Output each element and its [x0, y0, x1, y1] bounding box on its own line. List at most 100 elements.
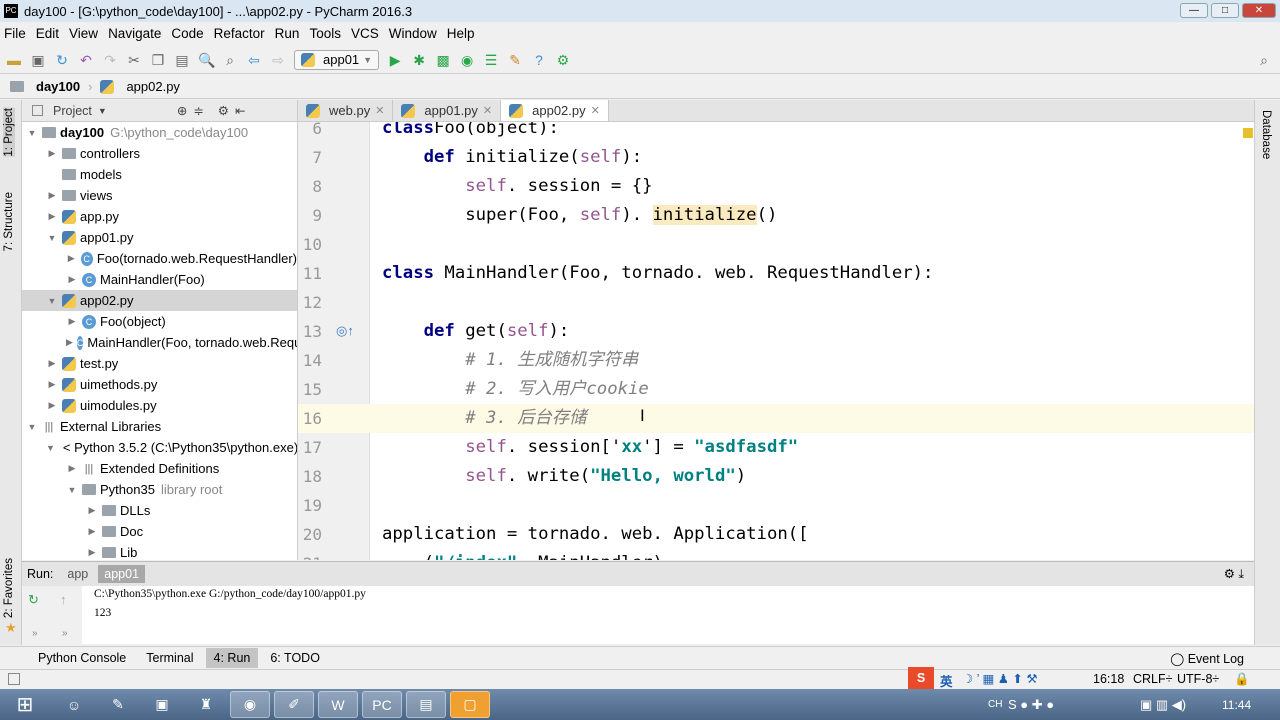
run-config-select[interactable]: app01 ▼ [294, 49, 380, 70]
tree-item[interactable]: ▶ uimodules.py [22, 395, 297, 416]
maximize-button[interactable]: □ [1211, 3, 1239, 18]
tree-item[interactable]: ▶ views [22, 185, 297, 206]
taskbar-pycharm-icon[interactable]: PC [362, 691, 402, 718]
clock[interactable]: 11:44 [1222, 698, 1251, 712]
tree-item[interactable]: ▶ C Foo(tornado.web.RequestHandler) [22, 248, 297, 269]
expand-icon[interactable]: » [32, 628, 38, 639]
taskbar-app-icon[interactable]: ✎ [98, 691, 138, 718]
taskbar-app-icon[interactable]: ☺ [54, 691, 94, 718]
search-everywhere-icon[interactable]: ⌕ [1256, 52, 1272, 68]
tool-tab-structure[interactable]: 7: Structure [3, 192, 15, 251]
lock-icon[interactable]: 🔒 [1234, 672, 1250, 687]
expanded-arrow-icon[interactable]: ▼ [46, 296, 58, 306]
taskbar-notepad-icon[interactable]: ✐ [274, 691, 314, 718]
override-marker-icon[interactable]: ◎↑ [336, 323, 354, 339]
collapsed-arrow-icon[interactable]: ▶ [46, 358, 58, 369]
menu-window[interactable]: Window [389, 26, 437, 41]
collapsed-arrow-icon[interactable]: ▶ [86, 505, 98, 516]
collapsed-arrow-icon[interactable]: ▶ [46, 211, 58, 222]
gear-icon[interactable]: ⚙ ⤓ [1224, 566, 1244, 582]
paste-icon[interactable]: ▤ [174, 52, 190, 68]
breadcrumb-day100[interactable]: day100 [36, 79, 80, 94]
tree-item[interactable]: ▶ app.py [22, 206, 297, 227]
tray-icons[interactable]: S ● ✚ ● [1008, 697, 1054, 713]
sync-icon[interactable]: ↻ [54, 52, 70, 68]
menu-code[interactable]: Code [171, 26, 203, 41]
ime-mode[interactable]: 英 [940, 671, 953, 690]
tree-item[interactable]: ▶ Lib [22, 542, 297, 560]
tree-item[interactable]: ▼ < Python 3.5.2 (C:\Python35\python.exe)… [22, 437, 297, 458]
minimize-button[interactable]: — [1180, 3, 1208, 18]
tree-item[interactable]: ▶ Doc [22, 521, 297, 542]
menu-navigate[interactable]: Navigate [108, 26, 161, 41]
menu-refactor[interactable]: Refactor [214, 26, 265, 41]
taskbar-app-icon[interactable]: ♜ [186, 691, 226, 718]
menu-tools[interactable]: Tools [309, 26, 341, 41]
toggle-tool-windows-icon[interactable] [8, 673, 20, 685]
expanded-arrow-icon[interactable]: ▼ [46, 233, 58, 243]
tree-item[interactable]: ▶ ||| Extended Definitions [22, 458, 297, 479]
menu-help[interactable]: Help [447, 26, 475, 41]
chevron-down-icon[interactable]: ▼ [98, 106, 107, 116]
code-editor[interactable]: 6 classFoo(object): 7 def initialize(self)… [298, 122, 1254, 560]
tree-item[interactable]: models [22, 164, 297, 185]
replace-icon[interactable]: ⌕ [222, 52, 238, 68]
menu-edit[interactable]: Edit [36, 26, 59, 41]
concurrency-icon[interactable]: ☰ [483, 52, 499, 68]
tree-item[interactable]: ▶ C MainHandler(Foo) [22, 269, 297, 290]
forward-icon[interactable]: ⇨ [270, 52, 286, 68]
tree-item[interactable]: ▼ app01.py [22, 227, 297, 248]
tool-tab-favorites[interactable]: 2: Favorites [3, 558, 15, 618]
bottom-tab[interactable]: Terminal [138, 648, 201, 668]
redo-icon[interactable]: ↷ [102, 52, 118, 68]
collapsed-arrow-icon[interactable]: ▶ [46, 379, 58, 390]
collapsed-arrow-icon[interactable]: ▶ [46, 400, 58, 411]
gear-icon[interactable]: ⚙ [218, 103, 229, 118]
collapsed-arrow-icon[interactable]: ▶ [86, 526, 98, 537]
open-folder-icon[interactable]: ▬ [6, 52, 22, 68]
start-button[interactable]: ⊞ [0, 691, 50, 718]
tree-item[interactable]: ▶ C Foo(object) [22, 311, 297, 332]
collapsed-arrow-icon[interactable]: ▶ [66, 337, 73, 348]
cut-icon[interactable]: ✂ [126, 52, 142, 68]
tree-item[interactable]: ▶ controllers [22, 143, 297, 164]
expanded-arrow-icon[interactable]: ▼ [26, 128, 38, 138]
breadcrumb-app02[interactable]: app02.py [126, 79, 180, 94]
collapse-icon[interactable]: ≑ [193, 103, 203, 118]
collapsed-arrow-icon[interactable]: ▶ [66, 463, 78, 474]
bottom-tab[interactable]: 6: TODO [262, 648, 328, 668]
tree-item[interactable]: ▶CMainHandler(Foo, tornado.web.RequestHa… [22, 332, 297, 353]
event-log-button[interactable]: ◯ Event Log [1170, 651, 1244, 666]
save-icon[interactable]: ▣ [30, 52, 46, 68]
tree-item[interactable]: ▶ uimethods.py [22, 374, 297, 395]
undo-icon[interactable]: ↶ [78, 52, 94, 68]
bottom-tab[interactable]: 4: Run [205, 648, 259, 668]
debug-icon[interactable]: ✱ [411, 52, 427, 68]
taskbar-word-icon[interactable]: W [318, 691, 358, 718]
copy-icon[interactable]: ❐ [150, 52, 166, 68]
profile-icon[interactable]: ◉ [459, 52, 475, 68]
menu-run[interactable]: Run [275, 26, 300, 41]
menu-file[interactable]: File [4, 26, 26, 41]
bottom-tab[interactable]: Python Console [30, 648, 134, 668]
settings-wrench-icon[interactable]: ✎ [507, 52, 523, 68]
run-tab-app01[interactable]: app01 [98, 565, 146, 583]
tool-tab-project[interactable]: 1: Project [3, 108, 15, 157]
close-tab-icon[interactable]: ✕ [591, 104, 600, 117]
tree-item[interactable]: ▶ DLLs [22, 500, 297, 521]
caret-position[interactable]: 16:18 [1093, 672, 1124, 686]
tree-item[interactable]: ▶ test.py [22, 353, 297, 374]
locate-icon[interactable]: ⊕ [177, 103, 187, 118]
tray-system-icons[interactable]: ▣ ▥ ◀) [1140, 697, 1186, 713]
expand-icon[interactable]: » [62, 628, 68, 639]
tab-app02-py[interactable]: app02.py ✕ [501, 100, 609, 121]
expanded-arrow-icon[interactable]: ▼ [26, 422, 38, 432]
coverage-icon[interactable]: ▩ [435, 52, 451, 68]
taskbar-save-icon[interactable]: ▣ [142, 691, 182, 718]
tree-item[interactable]: ▼ app02.py [22, 290, 297, 311]
collapsed-arrow-icon[interactable]: ▶ [66, 316, 78, 327]
tab-app01-py[interactable]: app01.py ✕ [393, 100, 502, 121]
encoding[interactable]: UTF-8÷ [1177, 672, 1219, 686]
scroll-up-icon[interactable]: ↑ [60, 592, 67, 607]
run-tab-app[interactable]: app [61, 565, 94, 583]
